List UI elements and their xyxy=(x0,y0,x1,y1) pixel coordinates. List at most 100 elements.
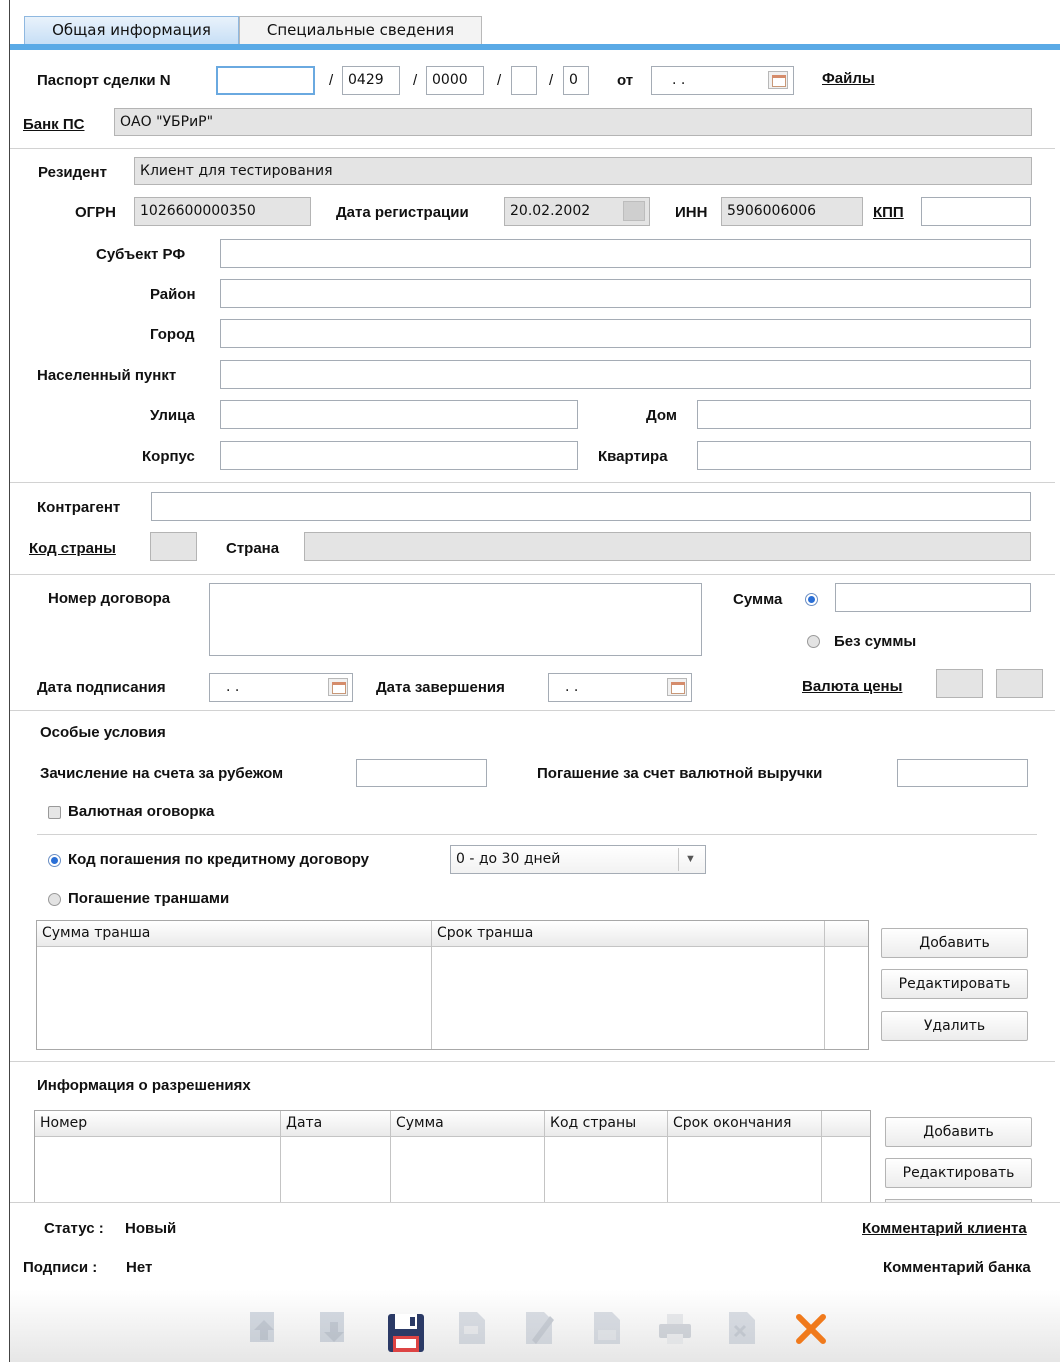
conditions-title: Особые условия xyxy=(40,724,166,741)
tranche-edit-button[interactable]: Редактировать xyxy=(881,969,1028,999)
perm-edit-button[interactable]: Редактировать xyxy=(885,1158,1032,1188)
house-field[interactable] xyxy=(697,400,1031,429)
country-label: Страна xyxy=(226,540,280,557)
sum-field[interactable] xyxy=(835,583,1031,612)
credit-code-radio[interactable] xyxy=(48,854,61,867)
separator xyxy=(10,1061,1055,1062)
reg-date-calendar-icon xyxy=(623,201,645,221)
tab-special-info[interactable]: Специальные сведения xyxy=(239,16,482,44)
subject-field[interactable] xyxy=(220,239,1031,268)
perm-add-button[interactable]: Добавить xyxy=(885,1117,1032,1147)
print-icon xyxy=(657,1310,693,1346)
separator xyxy=(10,148,1055,149)
tranche-add-button[interactable]: Добавить xyxy=(881,928,1028,958)
kpp-link[interactable]: КПП xyxy=(873,204,904,222)
repay-field[interactable] xyxy=(897,759,1028,787)
currency-clause-checkbox[interactable] xyxy=(48,806,61,819)
perm-country-header[interactable]: Код страны xyxy=(545,1111,668,1137)
reg-date-label: Дата регистрации xyxy=(336,204,469,221)
end-date-calendar-icon[interactable] xyxy=(667,678,687,696)
perm-number-header[interactable]: Номер xyxy=(35,1111,281,1137)
status-value: Новый xyxy=(125,1220,177,1237)
perm-col-divider xyxy=(390,1137,391,1202)
perm-end-header[interactable]: Срок окончания xyxy=(668,1111,822,1137)
files-link[interactable]: Файлы xyxy=(822,70,875,88)
locality-label: Населенный пункт xyxy=(37,367,177,384)
street-label: Улица xyxy=(150,407,195,424)
tranches-label: Погашение траншами xyxy=(68,890,230,907)
repay-label: Погашение за счет валютной выручки xyxy=(537,765,823,782)
separator xyxy=(10,710,1055,711)
abroad-field[interactable] xyxy=(356,759,487,787)
passport-branch-field[interactable]: 0000 xyxy=(426,66,484,95)
contract-number-field[interactable] xyxy=(209,583,702,656)
house-label: Дом xyxy=(646,407,677,424)
no-sum-radio[interactable] xyxy=(807,635,820,648)
tranches-radio[interactable] xyxy=(48,893,61,906)
counterparty-label: Контрагент xyxy=(37,499,121,516)
perm-col-divider xyxy=(544,1137,545,1202)
bank-ps-link[interactable]: Банк ПС xyxy=(23,116,84,134)
move-up-icon xyxy=(246,1310,282,1346)
sum-radio[interactable] xyxy=(805,593,818,606)
slash-1: / xyxy=(329,72,334,89)
move-down-icon xyxy=(316,1310,352,1346)
credit-code-select[interactable]: 0 - до 30 дней xyxy=(450,845,706,874)
slash-2: / xyxy=(413,72,418,89)
tab-strip-line xyxy=(10,44,1060,50)
ogrn-field: 1026600000350 xyxy=(134,197,311,226)
delete-icon xyxy=(725,1310,761,1346)
credit-code-label: Код погашения по кредитному договору xyxy=(68,851,369,868)
currency-link[interactable]: Валюта цены xyxy=(802,678,902,696)
passport-label: Паспорт сделки N xyxy=(37,72,171,89)
slash-3: / xyxy=(497,72,502,89)
chevron-down-icon[interactable]: ▼ xyxy=(678,848,702,871)
perm-col-divider xyxy=(667,1137,668,1202)
close-icon[interactable] xyxy=(795,1313,827,1345)
resident-label: Резидент xyxy=(38,164,107,181)
apartment-field[interactable] xyxy=(697,441,1031,470)
city-label: Город xyxy=(150,326,195,343)
perm-sum-header[interactable]: Сумма xyxy=(391,1111,545,1137)
street-field[interactable] xyxy=(220,400,578,429)
country-code-link[interactable]: Код страны xyxy=(29,540,116,558)
tab-general-info[interactable]: Общая информация xyxy=(24,16,239,44)
ogrn-label: ОГРН xyxy=(75,204,117,221)
end-date-label: Дата завершения xyxy=(376,679,505,696)
client-comment-link[interactable]: Комментарий клиента xyxy=(862,1220,1027,1238)
sum-label: Сумма xyxy=(733,591,783,608)
apartment-label: Квартира xyxy=(598,448,668,465)
save-icon[interactable] xyxy=(386,1312,428,1354)
tranche-col-divider xyxy=(824,947,825,1049)
district-label: Район xyxy=(150,286,196,303)
currency-name-field xyxy=(996,669,1043,698)
passport-number-field[interactable] xyxy=(216,66,315,95)
tranche-term-header[interactable]: Срок транша xyxy=(432,921,825,947)
passport-suffix-field[interactable]: 0 xyxy=(563,66,589,95)
currency-code-field xyxy=(936,669,983,698)
abroad-label: Зачисление на счета за рубежом xyxy=(40,765,284,782)
tranche-sum-header[interactable]: Сумма транша xyxy=(37,921,432,947)
passport-calendar-icon[interactable] xyxy=(768,71,788,89)
no-sum-label: Без суммы xyxy=(834,633,917,650)
inn-field: 5906006006 xyxy=(721,197,863,226)
passport-date-label: от xyxy=(617,72,634,89)
locality-field[interactable] xyxy=(220,360,1031,389)
edit-icon xyxy=(522,1310,558,1346)
district-field[interactable] xyxy=(220,279,1031,308)
tranche-delete-button[interactable]: Удалить xyxy=(881,1011,1028,1041)
city-field[interactable] xyxy=(220,319,1031,348)
passport-bank-code-field[interactable]: 0429 xyxy=(342,66,400,95)
perm-date-header[interactable]: Дата xyxy=(281,1111,391,1137)
sign-date-calendar-icon[interactable] xyxy=(328,678,348,696)
document-icon xyxy=(590,1310,626,1346)
bank-ps-field: ОАО "УБРиР" xyxy=(114,108,1032,136)
country-field xyxy=(304,532,1031,561)
separator xyxy=(10,482,1055,483)
building-field[interactable] xyxy=(220,441,578,470)
kpp-field[interactable] xyxy=(921,197,1031,226)
counterparty-field[interactable] xyxy=(151,492,1031,521)
passport-type-field[interactable] xyxy=(511,66,537,95)
perm-col-divider xyxy=(280,1137,281,1202)
tranche-table: Сумма транша Срок транша xyxy=(36,920,869,1050)
